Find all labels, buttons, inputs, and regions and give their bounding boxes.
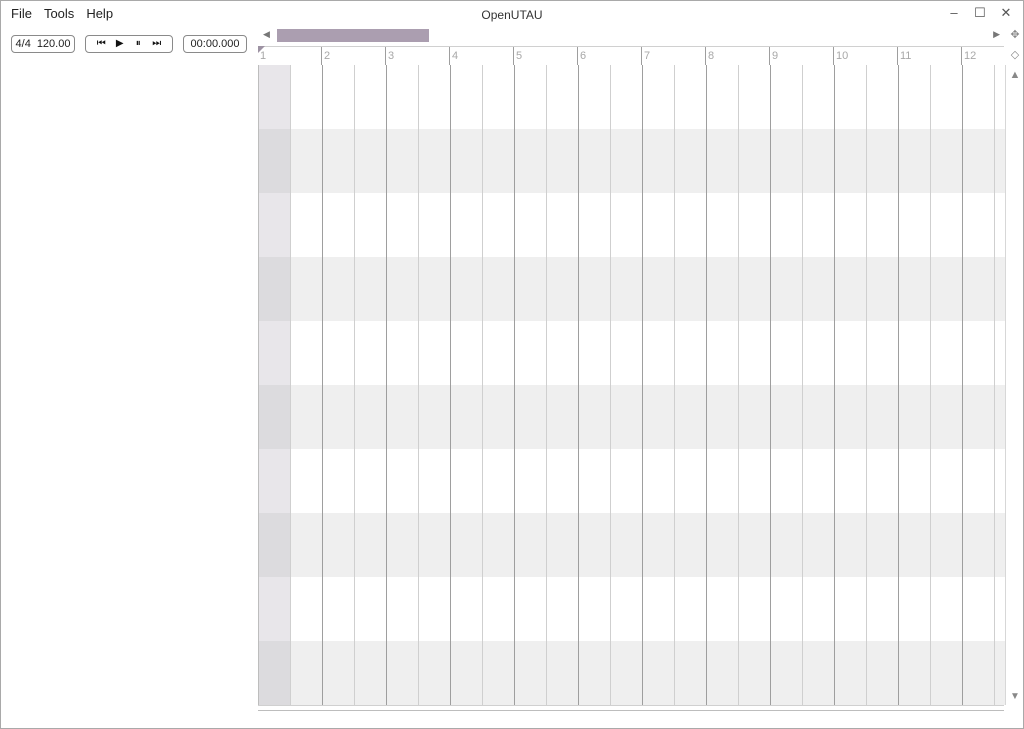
- track-row-lead: [259, 193, 290, 257]
- track-row-lead: [259, 385, 290, 449]
- scroll-down-icon[interactable]: ▼: [1007, 691, 1023, 702]
- track-row[interactable]: [259, 385, 1005, 449]
- bar-line: [962, 65, 963, 705]
- beat-line: [418, 65, 419, 705]
- bar-line: [642, 65, 643, 705]
- beat-line: [930, 65, 931, 705]
- track-row[interactable]: [259, 449, 1005, 513]
- tempo-signature-box[interactable]: 4/4 120.00: [11, 35, 75, 53]
- bar-number-label: 5: [516, 50, 523, 62]
- tempo-value: 120.00: [36, 38, 71, 50]
- track-row[interactable]: [259, 193, 1005, 257]
- ruler-bar-line: [321, 47, 322, 66]
- beat-line: [738, 65, 739, 705]
- beat-line: [354, 65, 355, 705]
- ruler-bar-line: [897, 47, 898, 66]
- beat-line: [482, 65, 483, 705]
- track-row-lead: [259, 513, 290, 577]
- track-row-lead: [259, 577, 290, 641]
- beat-line: [546, 65, 547, 705]
- track-row[interactable]: [259, 641, 1005, 705]
- small-diamond-icon[interactable]: ◇: [1007, 45, 1023, 65]
- track-row[interactable]: [259, 513, 1005, 577]
- track-row-lead: [259, 321, 290, 385]
- bar-number-label: 8: [708, 50, 715, 62]
- skip-to-end-icon[interactable]: ⏭: [149, 36, 165, 52]
- window-controls: – ☐ ✕: [945, 5, 1015, 21]
- track-row[interactable]: [259, 577, 1005, 641]
- bar-number-label: 1: [260, 50, 267, 62]
- bar-line: [450, 65, 451, 705]
- ruler-bar-line: [705, 47, 706, 66]
- ruler-bar-line: [833, 47, 834, 66]
- menu-tools[interactable]: Tools: [44, 6, 80, 21]
- ruler-bar-line: [769, 47, 770, 66]
- time-signature: 4/4: [15, 38, 31, 50]
- horizontal-scroll-thumb[interactable]: [277, 29, 429, 42]
- move-icon[interactable]: ✥: [1007, 25, 1023, 45]
- ruler-bar-line: [385, 47, 386, 66]
- bar-line: [322, 65, 323, 705]
- bar-number-label: 2: [324, 50, 331, 62]
- track-row[interactable]: [259, 65, 1005, 129]
- ruler-bar-line: [961, 47, 962, 66]
- beat-line: [994, 65, 995, 705]
- beat-line: [866, 65, 867, 705]
- play-icon[interactable]: ▶: [112, 36, 128, 52]
- menu-help[interactable]: Help: [86, 6, 119, 21]
- scroll-right-icon[interactable]: ▶: [993, 29, 1000, 40]
- app-window: File Tools Help OpenUTAU – ☐ ✕ 4/4 120.0…: [0, 0, 1024, 729]
- bar-line: [514, 65, 515, 705]
- bar-line: [898, 65, 899, 705]
- bar-number-label: 9: [772, 50, 779, 62]
- track-grid[interactable]: [258, 65, 1006, 705]
- scroll-up-icon[interactable]: ▲: [1007, 65, 1023, 85]
- track-row-lead: [259, 641, 290, 705]
- grid-bottom-edge: [258, 705, 1004, 711]
- track-row-lead: [259, 257, 290, 321]
- beat-line: [674, 65, 675, 705]
- window-title: OpenUTAU: [481, 8, 543, 22]
- beat-line: [610, 65, 611, 705]
- transport-controls: ⏮ ▶ ⏸ ⏭: [85, 35, 173, 53]
- bar-number-label: 6: [580, 50, 587, 62]
- view-nav: ✥ ◇ ▲: [1007, 25, 1023, 85]
- track-row-lead: [259, 129, 290, 193]
- timeline-ruler[interactable]: 1 2 3 4 5 6 7 8 9 10 11 12: [258, 46, 1004, 66]
- track-row-lead: [259, 449, 290, 513]
- horizontal-scrollbar[interactable]: ◀ ▶: [259, 27, 1006, 43]
- track-row-lead: [259, 65, 290, 129]
- bar-number-label: 4: [452, 50, 459, 62]
- beat-line: [290, 65, 291, 705]
- scroll-left-icon[interactable]: ◀: [263, 29, 270, 40]
- time-display: 00:00.000: [183, 35, 247, 53]
- bar-number-label: 12: [964, 50, 977, 62]
- bar-number-label: 3: [388, 50, 395, 62]
- track-row[interactable]: [259, 257, 1005, 321]
- menu-file[interactable]: File: [11, 6, 38, 21]
- ruler-bar-line: [641, 47, 642, 66]
- ruler-bar-line: [577, 47, 578, 66]
- maximize-button[interactable]: ☐: [971, 5, 989, 21]
- bar-line: [386, 65, 387, 705]
- bar-number-label: 10: [836, 50, 849, 62]
- skip-to-start-icon[interactable]: ⏮: [93, 36, 109, 52]
- bar-line: [578, 65, 579, 705]
- track-row[interactable]: [259, 321, 1005, 385]
- beat-line: [802, 65, 803, 705]
- minimize-button[interactable]: –: [945, 5, 963, 21]
- bar-line: [770, 65, 771, 705]
- close-button[interactable]: ✕: [997, 5, 1015, 21]
- bar-line: [706, 65, 707, 705]
- ruler-bar-line: [513, 47, 514, 66]
- ruler-bar-line: [449, 47, 450, 66]
- pause-icon[interactable]: ⏸: [130, 36, 146, 52]
- menu-bar: File Tools Help: [11, 6, 125, 21]
- bar-line: [834, 65, 835, 705]
- bar-number-label: 7: [644, 50, 651, 62]
- bar-number-label: 11: [900, 50, 912, 62]
- track-row[interactable]: [259, 129, 1005, 193]
